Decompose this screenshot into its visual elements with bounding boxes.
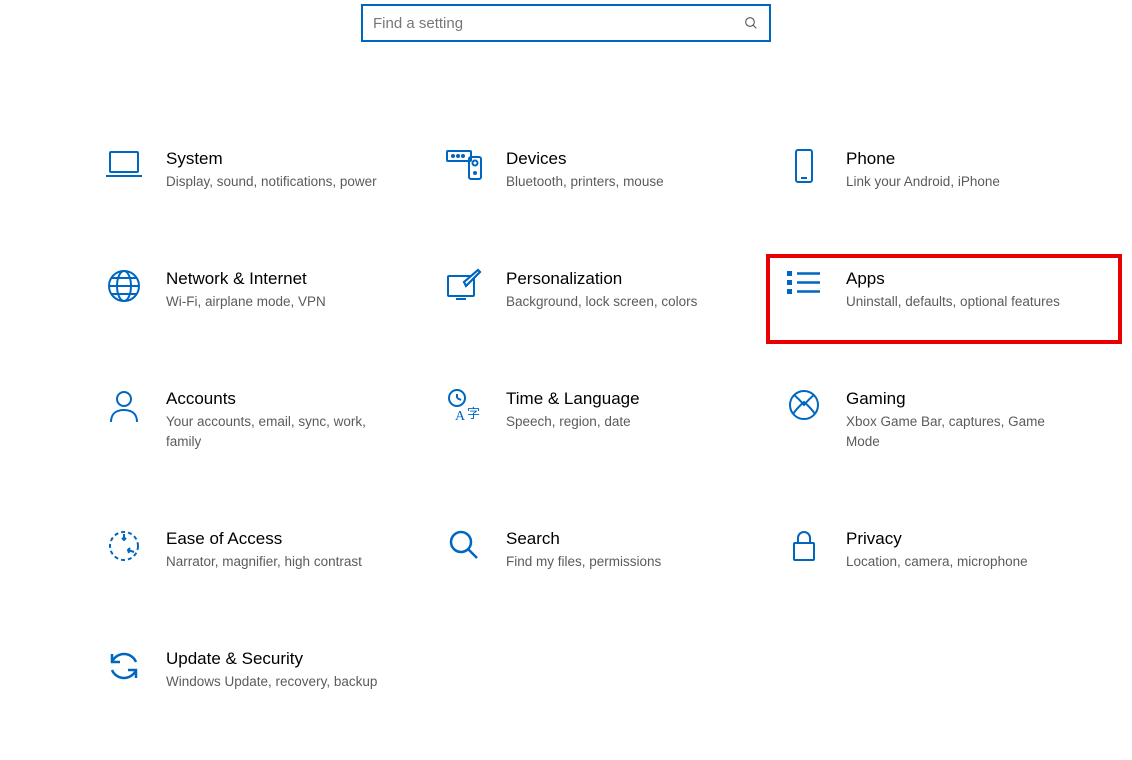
card-apps[interactable]: Apps Uninstall, defaults, optional featu… bbox=[768, 256, 1120, 342]
card-title: Time & Language bbox=[506, 388, 640, 410]
search-container bbox=[361, 0, 771, 42]
card-desc: Display, sound, notifications, power bbox=[166, 172, 377, 192]
update-icon bbox=[100, 648, 148, 684]
card-desc: Link your Android, iPhone bbox=[846, 172, 1000, 192]
card-desc: Find my files, permissions bbox=[506, 552, 661, 572]
time-language-icon: A 字 bbox=[440, 388, 488, 424]
card-title: Phone bbox=[846, 148, 1000, 170]
card-personalization[interactable]: Personalization Background, lock screen,… bbox=[440, 262, 780, 318]
card-desc: Xbox Game Bar, captures, Game Mode bbox=[846, 412, 1076, 452]
ease-of-access-icon bbox=[100, 528, 148, 564]
card-title: Ease of Access bbox=[166, 528, 362, 550]
svg-text:A: A bbox=[455, 409, 466, 424]
lock-icon bbox=[780, 528, 828, 564]
card-desc: Uninstall, defaults, optional features bbox=[846, 292, 1060, 312]
person-icon bbox=[100, 388, 148, 424]
card-title: Devices bbox=[506, 148, 664, 170]
apps-list-icon bbox=[780, 268, 828, 298]
globe-icon bbox=[100, 268, 148, 304]
card-accounts[interactable]: Accounts Your accounts, email, sync, wor… bbox=[100, 382, 440, 458]
card-time-language[interactable]: A 字 Time & Language Speech, region, date bbox=[440, 382, 780, 458]
phone-icon bbox=[780, 148, 828, 184]
devices-icon bbox=[440, 148, 488, 182]
card-devices[interactable]: Devices Bluetooth, printers, mouse bbox=[440, 142, 780, 198]
paint-icon bbox=[440, 268, 488, 302]
card-title: Update & Security bbox=[166, 648, 377, 670]
card-title: System bbox=[166, 148, 377, 170]
card-phone[interactable]: Phone Link your Android, iPhone bbox=[780, 142, 1120, 198]
card-desc: Background, lock screen, colors bbox=[506, 292, 697, 312]
card-title: Privacy bbox=[846, 528, 1028, 550]
card-title: Personalization bbox=[506, 268, 697, 290]
card-update-security[interactable]: Update & Security Windows Update, recove… bbox=[100, 642, 440, 698]
card-desc: Wi-Fi, airplane mode, VPN bbox=[166, 292, 326, 312]
card-ease-of-access[interactable]: Ease of Access Narrator, magnifier, high… bbox=[100, 522, 440, 578]
card-search[interactable]: Search Find my files, permissions bbox=[440, 522, 780, 578]
search-box[interactable] bbox=[361, 4, 771, 42]
card-desc: Speech, region, date bbox=[506, 412, 640, 432]
card-network[interactable]: Network & Internet Wi-Fi, airplane mode,… bbox=[100, 262, 440, 318]
card-title: Network & Internet bbox=[166, 268, 326, 290]
svg-text:字: 字 bbox=[467, 406, 480, 421]
card-desc: Location, camera, microphone bbox=[846, 552, 1028, 572]
card-privacy[interactable]: Privacy Location, camera, microphone bbox=[780, 522, 1120, 578]
search-icon bbox=[743, 15, 759, 31]
card-desc: Bluetooth, printers, mouse bbox=[506, 172, 664, 192]
card-title: Accounts bbox=[166, 388, 396, 410]
card-title: Search bbox=[506, 528, 661, 550]
card-desc: Windows Update, recovery, backup bbox=[166, 672, 377, 692]
card-system[interactable]: System Display, sound, notifications, po… bbox=[100, 142, 440, 198]
search-input[interactable] bbox=[373, 15, 743, 32]
magnifier-icon bbox=[440, 528, 488, 562]
laptop-icon bbox=[100, 148, 148, 182]
card-desc: Your accounts, email, sync, work, family bbox=[166, 412, 396, 452]
settings-grid: System Display, sound, notifications, po… bbox=[0, 142, 1132, 698]
card-title: Gaming bbox=[846, 388, 1076, 410]
card-desc: Narrator, magnifier, high contrast bbox=[166, 552, 362, 572]
card-title: Apps bbox=[846, 268, 1060, 290]
card-gaming[interactable]: Gaming Xbox Game Bar, captures, Game Mod… bbox=[780, 382, 1120, 458]
xbox-icon bbox=[780, 388, 828, 422]
